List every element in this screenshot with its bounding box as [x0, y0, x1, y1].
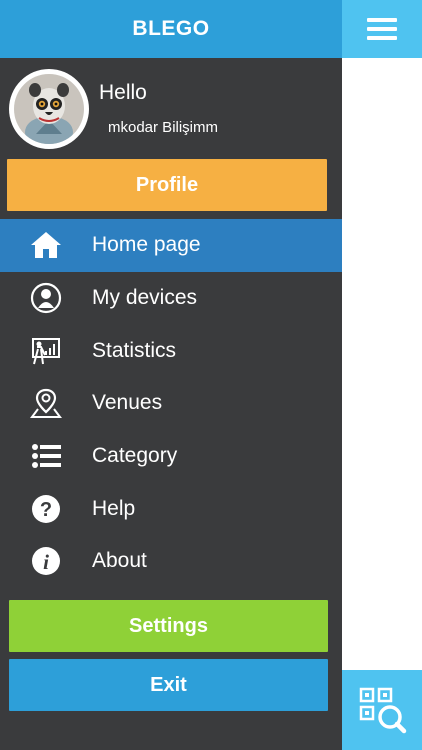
menu-item-label: Help [92, 496, 136, 520]
svg-text:i: i [43, 550, 49, 574]
menu-item-label: Venues [92, 391, 163, 415]
person-icon [28, 281, 64, 315]
help-icon: ? [28, 492, 64, 526]
home-icon [28, 228, 64, 262]
list-icon [28, 439, 64, 473]
profile-button[interactable]: Profile [7, 159, 327, 211]
lemur-avatar-icon [14, 74, 84, 144]
menu-item-my-devices[interactable]: My devices [0, 272, 342, 325]
exit-button[interactable]: Exit [9, 659, 328, 711]
menu-item-label: Statistics [92, 338, 177, 362]
avatar[interactable] [9, 69, 89, 149]
qr-scan-button[interactable] [342, 670, 422, 750]
greeting-text: Hello [99, 81, 147, 104]
menu-toggle-button[interactable] [342, 0, 422, 58]
info-icon: i [28, 544, 64, 578]
menu-item-label: Category [92, 444, 178, 468]
qr-search-icon [359, 687, 407, 734]
settings-button[interactable]: Settings [9, 600, 328, 652]
hamburger-icon [367, 18, 397, 40]
user-name: mkodar Bilişimm [108, 119, 219, 136]
menu-item-statistics[interactable]: Statistics [0, 324, 342, 377]
menu-item-label: About [92, 549, 147, 573]
menu-item-category[interactable]: Category [0, 430, 342, 483]
app-title: BLEGO [132, 17, 210, 40]
menu-item-about[interactable]: i About [0, 535, 342, 588]
menu-item-help[interactable]: ? Help [0, 482, 342, 535]
menu-item-venues[interactable]: Venues [0, 377, 342, 430]
menu-item-label: My devices [92, 286, 198, 310]
user-block: Hello mkodar Bilişimm [0, 58, 342, 156]
menu-item-label: Home page [92, 233, 201, 257]
presentation-chart-icon [28, 334, 64, 368]
menu-item-home-page[interactable]: Home page [0, 219, 342, 272]
menu-list: Home page My devices Statistics Venues C… [0, 219, 342, 588]
drawer-header: BLEGO [0, 0, 342, 58]
map-pin-icon [28, 386, 64, 420]
navigation-drawer: BLEGO Hello mkodar Bilişimm Profile Home… [0, 0, 342, 750]
svg-text:?: ? [40, 499, 52, 521]
